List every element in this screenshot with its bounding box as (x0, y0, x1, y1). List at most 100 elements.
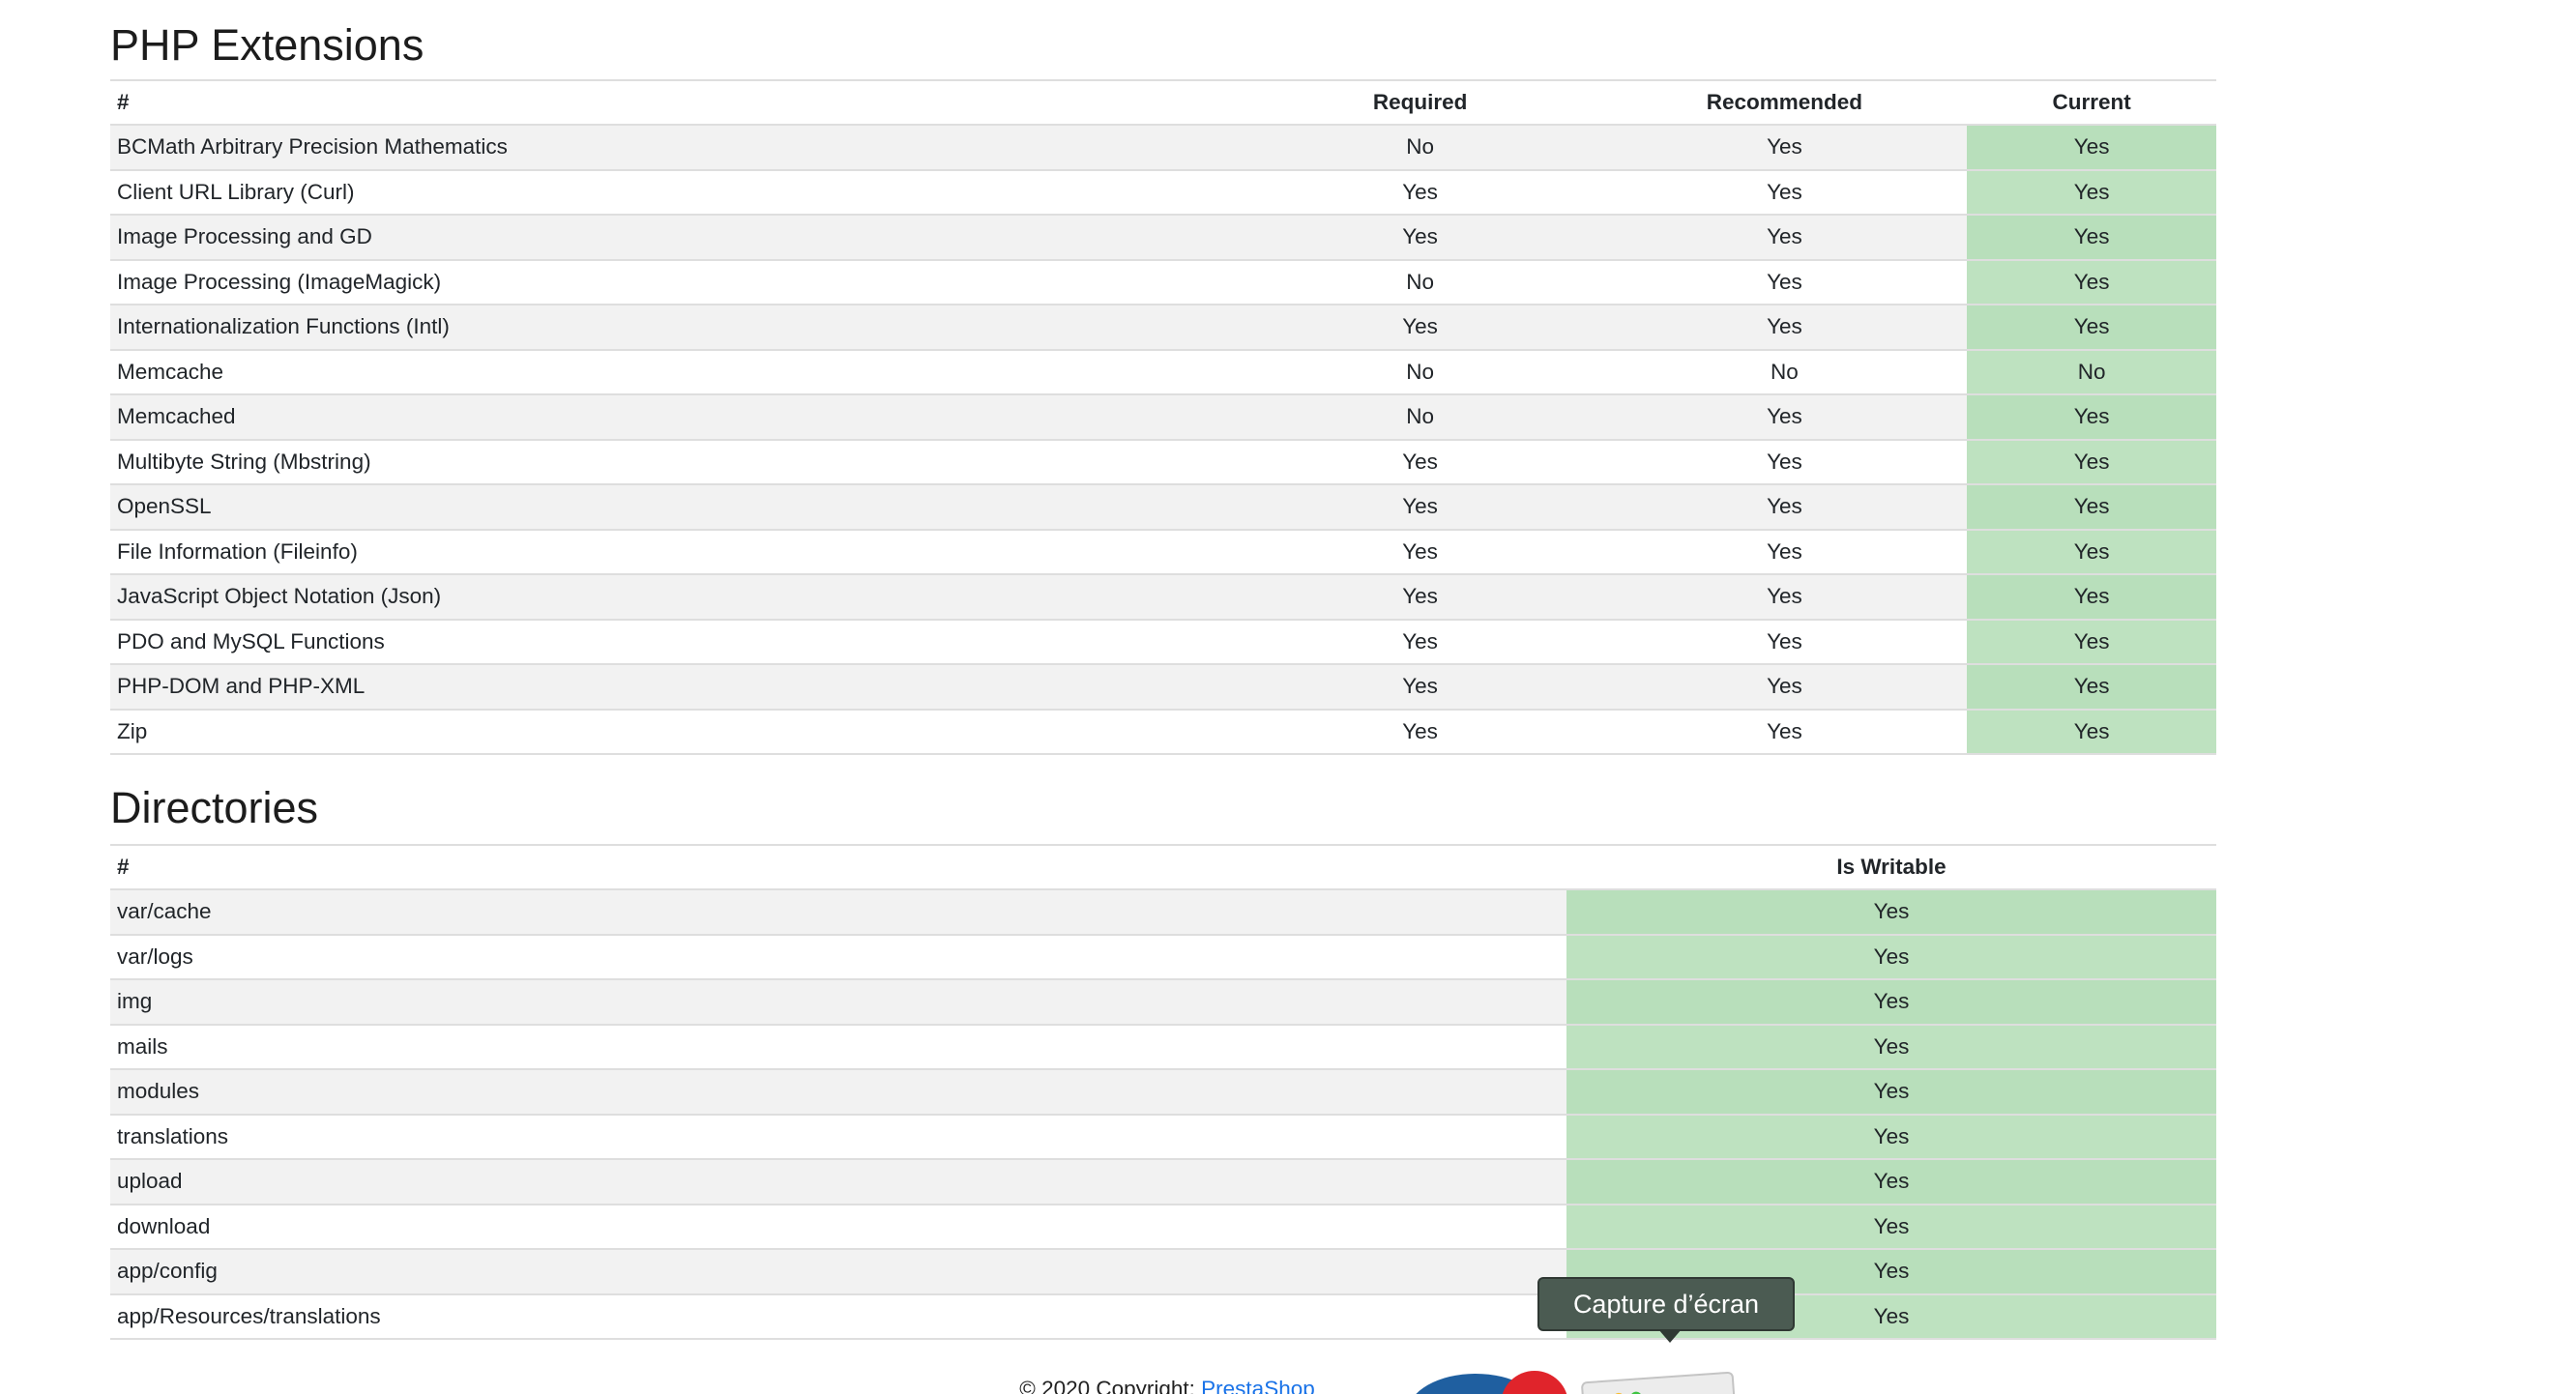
table-row: translations Yes (110, 1114, 2216, 1160)
directories-table: # Is Writable var/cache Yes var/logs Yes img… (110, 844, 2216, 1340)
php-extensions-title: PHP Extensions (110, 20, 424, 70)
writable-value: Yes (1566, 1114, 2216, 1160)
extension-name: File Information (Fileinfo) (110, 529, 1239, 575)
column-header-required: Required (1238, 79, 1602, 126)
footer: © 2020 Copyright: PrestaShop (0, 1377, 2576, 1394)
current-value: Yes (1967, 709, 2216, 755)
current-value: Yes (1967, 529, 2216, 575)
table-row: PDO and MySQL Functions Yes Yes Yes (110, 619, 2216, 665)
column-header-current: Current (1967, 79, 2216, 126)
extension-name: Zip (110, 709, 1239, 755)
directory-name: img (110, 979, 1566, 1026)
directory-name: app/Resources/translations (110, 1293, 1566, 1340)
current-value: Yes (1967, 305, 2216, 351)
table-row: app/Resources/translations Yes (110, 1293, 2216, 1340)
recommended-value: Yes (1601, 529, 1968, 575)
recommended-value: Yes (1601, 664, 1968, 711)
writable-value: Yes (1566, 934, 2216, 980)
writable-value: Yes (1566, 1024, 2216, 1070)
extension-name: Image Processing (ImageMagick) (110, 259, 1239, 305)
table-row: BCMath Arbitrary Precision Mathematics No… (110, 125, 2216, 171)
table-row: Memcache No No No (110, 349, 2216, 395)
recommended-value: No (1601, 349, 1968, 395)
current-value: Yes (1967, 215, 2216, 261)
recommended-value: Yes (1601, 215, 1968, 261)
required-value: Yes (1238, 215, 1602, 261)
column-header-name: # (110, 79, 1239, 126)
table-header-row: # Is Writable (110, 844, 2216, 890)
column-header-recommended: Recommended (1601, 79, 1968, 126)
writable-value: Yes (1566, 889, 2216, 936)
table-row: File Information (Fileinfo) Yes Yes Yes (110, 529, 2216, 575)
required-value: Yes (1238, 709, 1602, 755)
column-header-directory: # (110, 844, 1566, 890)
recommended-value: Yes (1601, 259, 1968, 305)
extension-name: JavaScript Object Notation (Json) (110, 574, 1239, 621)
current-value: Yes (1967, 484, 2216, 531)
recommended-value: Yes (1601, 709, 1968, 755)
main-container: PHP Extensions # Required Recommended Cu… (110, 0, 2216, 1340)
table-row: Memcached No Yes Yes (110, 394, 2216, 441)
extension-name: PHP-DOM and PHP-XML (110, 664, 1239, 711)
writable-value: Yes (1566, 1069, 2216, 1116)
writable-value: Yes (1566, 1204, 2216, 1250)
current-value: Yes (1967, 619, 2216, 665)
tooltip-text: Capture d’écran (1572, 1289, 1760, 1319)
current-value: No (1967, 349, 2216, 395)
table-row: var/cache Yes (110, 889, 2216, 936)
required-value: Yes (1238, 529, 1602, 575)
extension-name: Memcache (110, 349, 1239, 395)
recommended-value: Yes (1601, 169, 1968, 216)
current-value: Yes (1967, 394, 2216, 441)
recommended-value: Yes (1601, 574, 1968, 621)
current-value: Yes (1967, 259, 2216, 305)
table-row: Client URL Library (Curl) Yes Yes Yes (110, 169, 2216, 216)
required-value: Yes (1238, 574, 1602, 621)
table-row: Multibyte String (Mbstring) Yes Yes Yes (110, 439, 2216, 485)
copyright-text: © 2020 Copyright: (1019, 1377, 1202, 1394)
recommended-value: Yes (1601, 394, 1968, 441)
required-value: No (1238, 394, 1602, 441)
directory-name: mails (110, 1024, 1566, 1070)
table-row: download Yes (110, 1204, 2216, 1250)
required-value: Yes (1238, 169, 1602, 216)
table-row: OpenSSL Yes Yes Yes (110, 484, 2216, 531)
required-value: Yes (1238, 664, 1602, 711)
table-row: JavaScript Object Notation (Json) Yes Yes Y… (110, 574, 2216, 621)
recommended-value: Yes (1601, 439, 1968, 485)
table-row: mails Yes (110, 1024, 2216, 1070)
recommended-value: Yes (1601, 619, 1968, 665)
extension-name: BCMath Arbitrary Precision Mathematics (110, 125, 1239, 171)
table-row: Image Processing (ImageMagick) No Yes Yes (110, 259, 2216, 305)
extension-name: PDO and MySQL Functions (110, 619, 1239, 665)
directories-title: Directories (110, 783, 319, 832)
extension-name: Multibyte String (Mbstring) (110, 439, 1239, 485)
directory-name: translations (110, 1114, 1566, 1160)
extension-name: Memcached (110, 394, 1239, 441)
table-header-row: # Required Recommended Current (110, 79, 2216, 126)
current-value: Yes (1967, 169, 2216, 216)
directory-name: download (110, 1204, 1566, 1250)
prestashop-link[interactable]: PrestaShop (1201, 1377, 1315, 1394)
table-row: app/config Yes (110, 1249, 2216, 1295)
table-row: upload Yes (110, 1159, 2216, 1205)
directory-name: upload (110, 1159, 1566, 1205)
tooltip: Capture d’écran (1537, 1277, 1795, 1343)
directory-name: app/config (110, 1249, 1566, 1295)
php-extensions-table: # Required Recommended Current BCMath Ar… (110, 79, 2216, 755)
table-row: modules Yes (110, 1069, 2216, 1116)
current-value: Yes (1967, 574, 2216, 621)
screenshot-icon[interactable] (1580, 1371, 1737, 1394)
youtube-icon[interactable] (1501, 1371, 1568, 1394)
extension-name: Image Processing and GD (110, 215, 1239, 261)
current-value: Yes (1967, 125, 2216, 171)
writable-value: Yes (1566, 979, 2216, 1026)
writable-value: Yes (1566, 1159, 2216, 1205)
table-row: PHP-DOM and PHP-XML Yes Yes Yes (110, 664, 2216, 711)
extension-name: Client URL Library (Curl) (110, 169, 1239, 216)
required-value: Yes (1238, 484, 1602, 531)
required-value: No (1238, 259, 1602, 305)
column-header-writable: Is Writable (1566, 844, 2216, 890)
table-row: Zip Yes Yes Yes (110, 709, 2216, 755)
required-value: Yes (1238, 619, 1602, 665)
